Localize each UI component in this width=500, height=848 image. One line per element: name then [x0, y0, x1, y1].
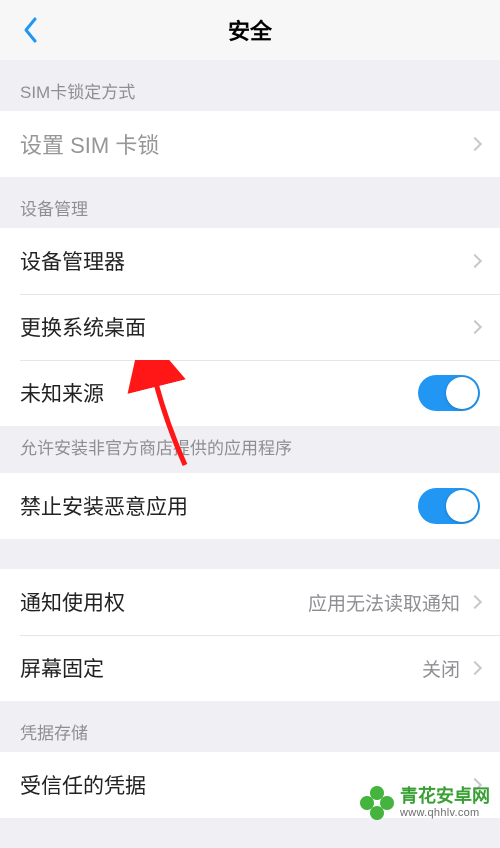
- section-footer-unknown-sources: 允许安装非官方商店提供的应用程序: [0, 426, 500, 473]
- section-gap: [0, 539, 500, 569]
- row-change-launcher[interactable]: 更换系统桌面: [0, 294, 500, 360]
- section-header-credentials: 凭据存储: [0, 701, 500, 752]
- toggle-unknown-sources[interactable]: [418, 375, 480, 411]
- row-label: 禁止安装恶意应用: [20, 491, 188, 521]
- row-label: 屏幕固定: [20, 653, 104, 683]
- row-detail: 关闭: [422, 655, 460, 682]
- row-unknown-sources: 未知来源: [0, 360, 500, 426]
- watermark: 青花安卓网 www.qhhlv.com: [360, 786, 490, 820]
- chevron-right-icon: [468, 320, 482, 334]
- row-screen-pinning[interactable]: 屏幕固定 关闭: [0, 635, 500, 701]
- chevron-left-icon: [22, 16, 38, 44]
- chevron-right-icon: [468, 595, 482, 609]
- row-set-sim-lock[interactable]: 设置 SIM 卡锁: [0, 111, 500, 177]
- row-notification-access[interactable]: 通知使用权 应用无法读取通知: [0, 569, 500, 635]
- watermark-url: www.qhhlv.com: [400, 807, 490, 819]
- toggle-block-malware[interactable]: [418, 488, 480, 524]
- section-header-sim: SIM卡锁定方式: [0, 60, 500, 111]
- row-label: 未知来源: [20, 378, 104, 408]
- row-label: 受信任的凭据: [20, 770, 146, 800]
- back-button[interactable]: [10, 10, 50, 50]
- chevron-right-icon: [468, 254, 482, 268]
- page-title: 安全: [228, 14, 272, 46]
- row-label: 设置 SIM 卡锁: [20, 128, 159, 160]
- row-detail: 应用无法读取通知: [308, 589, 460, 616]
- section-header-device: 设备管理: [0, 177, 500, 228]
- row-device-admin[interactable]: 设备管理器: [0, 228, 500, 294]
- header-bar: 安全: [0, 0, 500, 60]
- row-block-malware: 禁止安装恶意应用: [0, 473, 500, 539]
- watermark-logo-icon: [360, 786, 394, 820]
- row-label: 设备管理器: [20, 246, 125, 276]
- row-label: 更换系统桌面: [20, 312, 146, 342]
- chevron-right-icon: [468, 661, 482, 675]
- watermark-title: 青花安卓网: [400, 787, 490, 807]
- chevron-right-icon: [468, 137, 482, 151]
- row-label: 通知使用权: [20, 587, 125, 617]
